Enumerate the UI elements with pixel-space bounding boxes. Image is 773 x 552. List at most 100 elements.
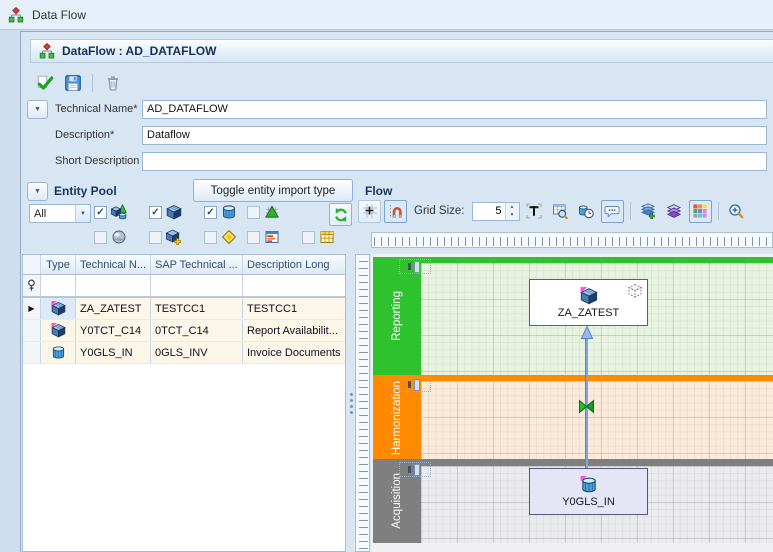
multiprovider-icon — [111, 204, 127, 220]
header-description-long[interactable]: Description Long — [243, 255, 345, 274]
description-label: Description* — [54, 129, 142, 141]
table-filter-row[interactable] — [23, 275, 345, 298]
form-row-technical-name: ▼ Technical Name* — [27, 96, 767, 122]
spinner-down-icon[interactable]: ▼ — [506, 211, 519, 220]
window-titlebar: Data Flow — [0, 0, 773, 30]
flow-canvas[interactable]: Reporting Harmonization Acquisition — [371, 254, 773, 552]
form-collapse-button[interactable]: ▼ — [27, 100, 48, 119]
layers-button[interactable] — [663, 200, 686, 223]
band-body[interactable] — [421, 381, 773, 459]
band-resize-handle[interactable] — [399, 462, 431, 477]
row-technical-name: ZA_ZATEST — [76, 298, 151, 319]
header-sap-technical-name[interactable]: SAP Technical ... — [151, 255, 243, 274]
grid-size-input[interactable] — [473, 203, 505, 220]
infoset-checkbox[interactable] — [94, 231, 107, 244]
dso-icon — [221, 204, 237, 220]
datasource-checkbox[interactable] — [247, 231, 260, 244]
row-description-long: Invoice Documents — [243, 342, 345, 363]
infocube-checkbox[interactable]: ✓ — [149, 206, 162, 219]
band-harmonization: Harmonization — [373, 375, 773, 459]
filter-datasource — [247, 229, 280, 245]
band-label: Reporting — [391, 291, 403, 341]
aggregation-level-checkbox[interactable] — [247, 206, 260, 219]
toolbar-separator — [92, 74, 93, 92]
validate-button[interactable] — [33, 72, 56, 95]
grid-toggle-button[interactable] — [358, 200, 381, 223]
filter-infoset — [94, 229, 127, 245]
grid-size-spinner: ▲ ▼ — [472, 202, 520, 221]
node-za-zatest[interactable]: ZA_ZATEST — [529, 279, 648, 326]
text-icon — [526, 203, 542, 219]
infocube-icon — [51, 323, 66, 338]
history-icon — [578, 203, 594, 219]
band-top-bar — [373, 459, 773, 466]
header-technical-name[interactable]: Technical N... — [76, 255, 151, 274]
dso-checkbox[interactable]: ✓ — [204, 206, 217, 219]
short-description-label: Short Description — [54, 155, 142, 167]
toggle-entity-import-type-button[interactable]: Toggle entity import type — [193, 179, 353, 202]
dotted-cube-icon — [627, 283, 643, 299]
filter-sap-technical-cell[interactable] — [151, 275, 243, 296]
infocube-icon — [51, 301, 66, 316]
trash-icon — [104, 74, 122, 92]
description-field[interactable] — [142, 126, 767, 145]
comment-bubble-icon — [604, 203, 620, 219]
delete-button[interactable] — [101, 72, 124, 95]
filter-dso: ✓ — [204, 204, 237, 220]
main-toolbar — [33, 70, 124, 96]
spinner-up-icon[interactable]: ▲ — [506, 203, 519, 212]
node-y0gls-in[interactable]: Y0GLS_IN — [529, 468, 648, 515]
transformation-icon[interactable] — [577, 398, 596, 415]
add-layer-button[interactable] — [637, 200, 660, 223]
window-title: Data Flow — [32, 8, 86, 22]
table-row[interactable]: ▶ ZA_ZATEST TESTCC1 TESTCC1 — [23, 298, 345, 320]
entity-pool-collapse-button[interactable]: ▼ — [27, 182, 48, 201]
band-label-strip: Reporting — [373, 257, 421, 375]
text-tool-button[interactable] — [523, 200, 546, 223]
band-resize-handle[interactable] — [399, 259, 431, 274]
entity-pool-table: Type Technical N... SAP Technical ... De… — [22, 254, 346, 552]
header-indicator-cell — [23, 255, 41, 274]
filter-multiprovider: ✓ — [94, 204, 127, 220]
entity-filter-dropdown[interactable]: All ▼ — [29, 204, 91, 223]
virtual-provider-checkbox[interactable] — [302, 231, 315, 244]
find-in-flow-button[interactable] — [549, 200, 572, 223]
multiprovider-checkbox[interactable]: ✓ — [94, 206, 107, 219]
infoset-icon — [111, 229, 127, 245]
technical-name-label: Technical Name* — [54, 103, 142, 115]
short-description-field[interactable] — [142, 152, 767, 171]
technical-name-field[interactable] — [142, 100, 767, 119]
vertical-ruler — [355, 254, 370, 552]
table-row[interactable]: Y0TCT_C14 0TCT_C14 Report Availabilit... — [23, 320, 345, 342]
row-description-long: Report Availabilit... — [243, 320, 345, 341]
comments-toggle-button[interactable] — [601, 200, 624, 223]
header-type[interactable]: Type — [41, 255, 76, 274]
band-resize-handle[interactable] — [399, 377, 431, 392]
history-button[interactable] — [575, 200, 598, 223]
open-hub-checkbox[interactable] — [149, 231, 162, 244]
infoobject-checkbox[interactable] — [204, 231, 217, 244]
chevron-down-icon[interactable]: ▼ — [75, 205, 90, 222]
data-flow-window: Data Flow DataFlow : AD_DATAFLOW ▼ Techn… — [0, 0, 773, 552]
vertical-splitter[interactable] — [347, 254, 355, 552]
infocube-icon — [580, 287, 598, 305]
flow-title: Flow — [365, 184, 392, 198]
filter-pin-icon — [24, 278, 39, 293]
refresh-button[interactable] — [329, 203, 352, 226]
filter-type-cell[interactable] — [41, 275, 76, 296]
node-label: ZA_ZATEST — [558, 307, 620, 319]
layers-icon — [666, 203, 682, 219]
save-icon — [64, 74, 82, 92]
band-colors-button[interactable] — [689, 200, 712, 223]
filter-technical-name-cell[interactable] — [76, 275, 151, 296]
snap-to-grid-button[interactable] — [384, 200, 407, 223]
filter-description-cell[interactable] — [243, 275, 345, 296]
entity-pool-title: Entity Pool — [54, 184, 117, 198]
zoom-in-button[interactable] — [725, 200, 748, 223]
grid-size-label: Grid Size: — [414, 205, 465, 217]
infocube-icon — [166, 204, 182, 220]
form-row-short-description: Short Description — [27, 148, 767, 174]
filter-open-hub — [149, 229, 182, 245]
table-row[interactable]: Y0GLS_IN 0GLS_INV Invoice Documents — [23, 342, 345, 364]
save-button[interactable] — [61, 72, 84, 95]
